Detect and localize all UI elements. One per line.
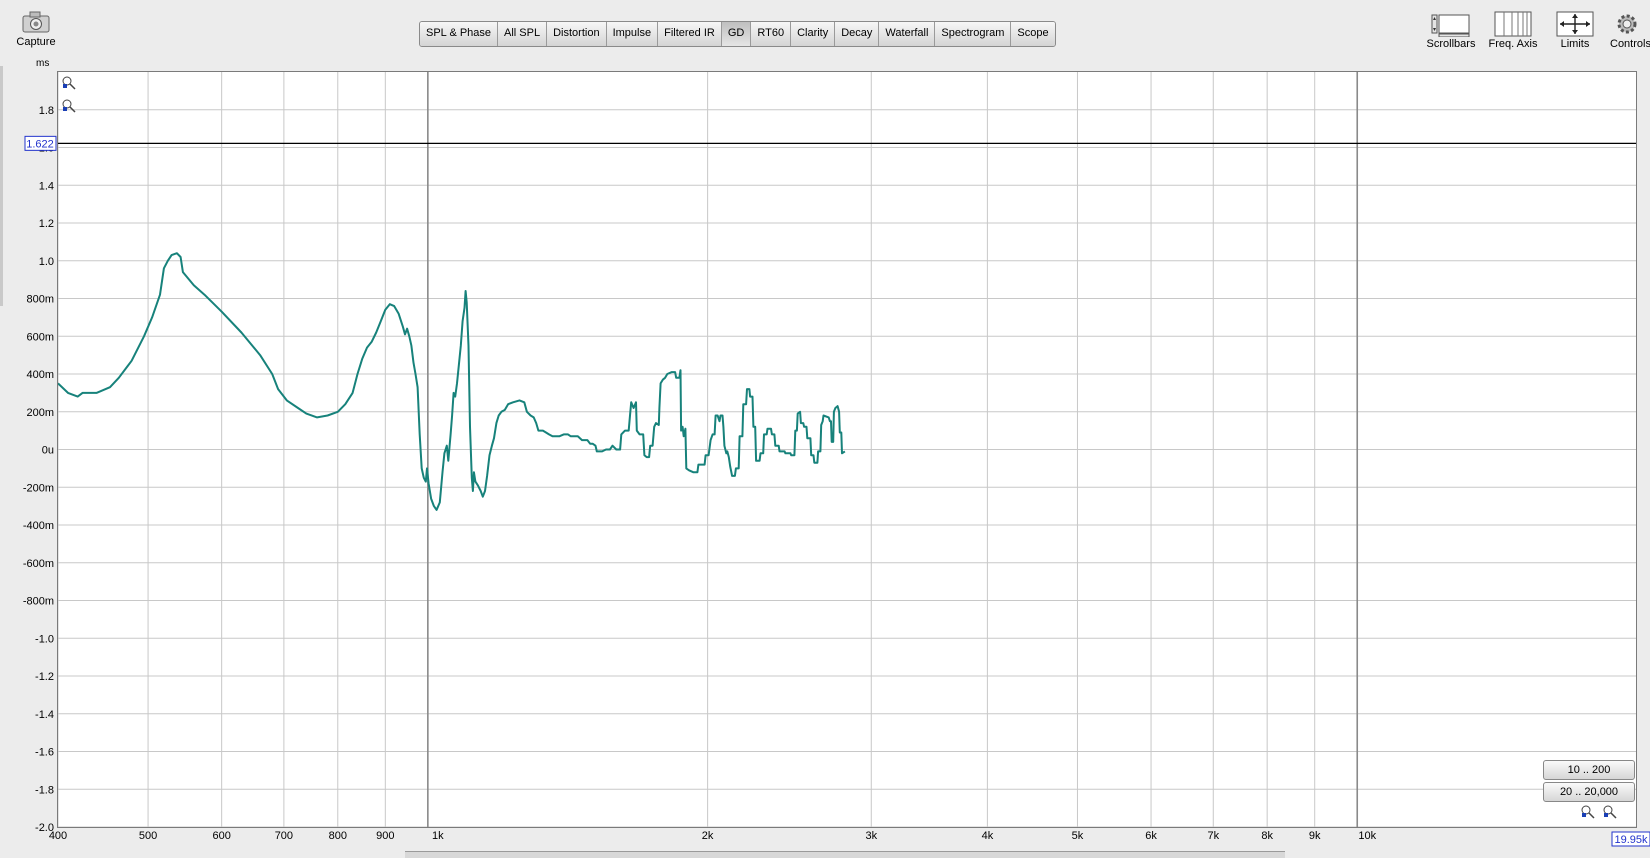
x-tick-label: 700 [275,830,293,842]
view-tools: Scrollbars Freq. Axis Limits Controls [1420,8,1650,50]
y-tick-label: -1.2 [35,671,54,683]
y-units-label: ms [36,58,50,69]
controls-label: Controls [1610,38,1650,50]
capture-button[interactable]: Capture [12,10,60,48]
controls-button[interactable]: Controls [1606,8,1650,50]
freq-axis-icon [1482,8,1544,40]
x-tick-label: 7k [1207,830,1219,842]
tab-filtered-ir[interactable]: Filtered IR [658,22,722,46]
limits-label: Limits [1560,38,1590,50]
tab-spectrogram[interactable]: Spectrogram [935,22,1012,46]
cursor-x-value: 19.95k [1614,834,1648,846]
tab-rt60[interactable]: RT60 [751,22,792,46]
y-tick-label: 200m [26,407,54,419]
graph-tab-bar: SPL & Phase All SPL Distortion Impulse Filte… [419,21,1056,47]
x-tick-label: 6k [1145,830,1157,842]
x-tick-label: 600 [212,830,230,842]
y-tick-label: -1.8 [35,784,54,796]
tab-distortion[interactable]: Distortion [547,22,607,46]
limits-icon [1544,8,1606,40]
camera-icon [20,10,52,34]
tab-waterfall[interactable]: Waterfall [879,22,936,46]
cursor-y-box [24,135,57,151]
tab-clarity[interactable]: Clarity [791,22,836,46]
x-tick-label: 800 [329,830,347,842]
zoom-x-in-icon [1581,805,1595,819]
zoom-in-icon [62,76,76,90]
x-tick-label: 9k [1309,830,1321,842]
tab-all-spl[interactable]: All SPL [498,22,548,46]
y-tick-label: 1.6 [39,143,54,155]
y-tick-label: 1.0 [39,256,54,268]
x-tick-label: 4k [982,830,994,842]
x-tick-label: 900 [376,830,394,842]
limits-button[interactable]: Limits [1544,8,1606,50]
y-tick-label: -600m [23,558,54,570]
range-10-200-button[interactable]: 10 .. 200 [1543,760,1635,780]
group-delay-trace [58,252,846,511]
y-tick-label: -800m [23,596,54,608]
scrollbars-label: Scrollbars [1426,38,1476,50]
y-tick-label: 800m [26,294,54,306]
zoom-x-out-icon [1603,805,1617,819]
y-tick-label: 1.4 [39,180,54,192]
y-tick-label: -1.4 [35,709,54,721]
x-tick-label: 3k [865,830,877,842]
x-tick-label: 400 [49,830,67,842]
left-scroll-edge [0,66,3,306]
y-tick-label: 1.8 [39,105,54,117]
y-tick-label: 1.2 [39,218,54,230]
y-tick-label: -400m [23,520,54,532]
tab-spl-phase[interactable]: SPL & Phase [420,22,499,46]
y-tick-label: -200m [23,482,54,494]
scrollbars-button[interactable]: Scrollbars [1420,8,1482,50]
y-tick-label: 600m [26,331,54,343]
group-delay-plot[interactable] [57,71,1637,828]
tab-gd[interactable]: GD [721,22,752,46]
x-tick-label: 10k [1358,830,1376,842]
x-tick-label: 5k [1072,830,1084,842]
x-tick-label: 1k [432,830,444,842]
cursor-x-box [1611,831,1650,847]
scrollbars-icon [1420,8,1482,40]
group-delay-chart[interactable] [58,72,1636,827]
freq-axis-button[interactable]: Freq. Axis [1482,8,1544,50]
tab-impulse[interactable]: Impulse [606,22,659,46]
y-tick-label: -1.0 [35,633,54,645]
cursor-y-value: 1.622 [26,138,54,150]
tab-decay[interactable]: Decay [835,22,880,46]
capture-label: Capture [16,36,56,48]
range-20-20000-button[interactable]: 20 .. 20,000 [1543,782,1635,802]
y-tick-label: 400m [26,369,54,381]
x-tick-label: 2k [702,830,714,842]
y-tick-label: -2.0 [35,822,54,834]
x-tick-label: 8k [1261,830,1273,842]
y-tick-label: 0u [42,445,54,457]
tab-scope[interactable]: Scope [1011,22,1055,46]
freq-axis-label: Freq. Axis [1488,38,1538,50]
gear-icon [1606,8,1650,40]
x-tick-label: 500 [139,830,157,842]
y-tick-label: -1.6 [35,747,54,759]
